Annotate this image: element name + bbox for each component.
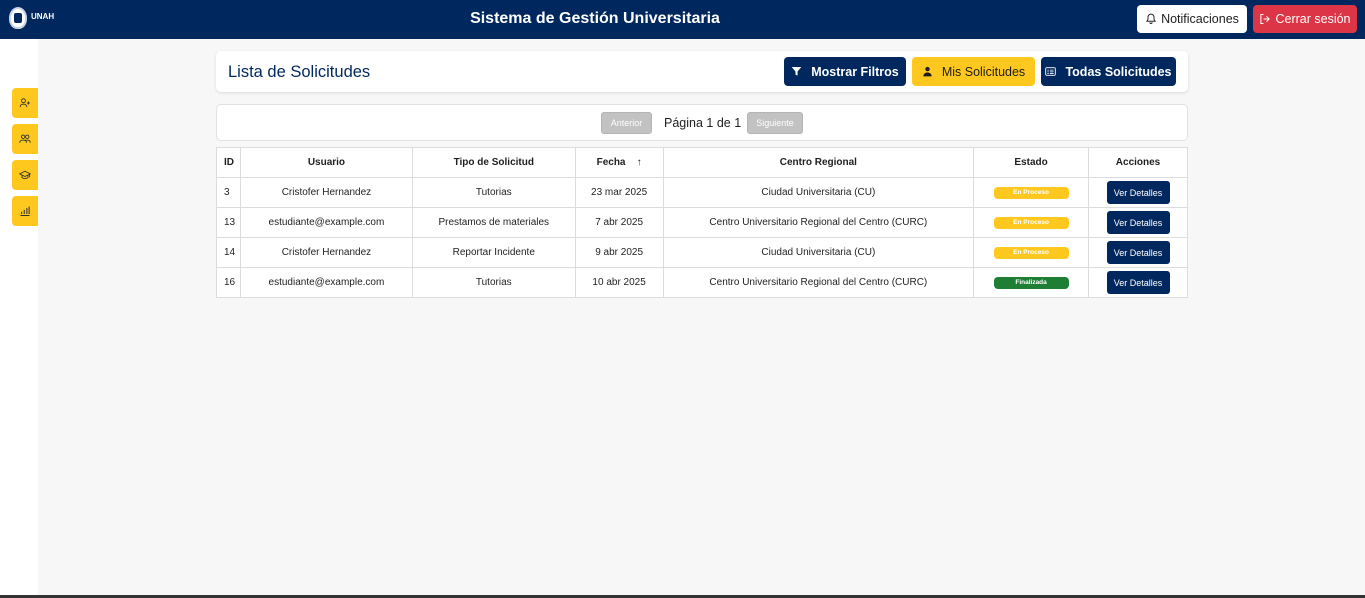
status-badge: En Proceso — [993, 247, 1069, 259]
cell-estado: En Proceso — [973, 177, 1090, 208]
list-card-icon — [1045, 67, 1057, 76]
column-header-acciones: Acciones — [1088, 147, 1188, 178]
top-navbar: UNAH Sistema de Gestión Universitaria No… — [0, 0, 1365, 39]
logout-button[interactable]: Cerrar sesión — [1253, 5, 1357, 33]
cell-usuario: estudiante@example.com — [239, 267, 413, 298]
cell-usuario: Cristofer Hernandez — [239, 177, 413, 208]
cell-tipo: Tutorias — [411, 177, 576, 208]
requests-table: ID Usuario Tipo de Solicitud Fecha ↑ Cen… — [216, 147, 1188, 298]
cell-acciones: Ver Detalles — [1088, 267, 1188, 298]
cell-usuario: estudiante@example.com — [239, 207, 413, 238]
view-details-button[interactable]: Ver Detalles — [1106, 241, 1170, 264]
my-requests-button[interactable]: Mis Solicitudes — [912, 57, 1035, 86]
cell-id: 3 — [216, 177, 241, 208]
logout-icon — [1260, 13, 1271, 25]
all-requests-button[interactable]: Todas Solicitudes — [1041, 57, 1176, 86]
cell-fecha: 10 abr 2025 — [574, 267, 664, 298]
cell-fecha: 7 abr 2025 — [574, 207, 664, 238]
cell-centro: Centro Universitario Regional del Centro… — [662, 207, 975, 238]
cell-id: 16 — [216, 267, 241, 298]
graduation-cap-icon — [19, 170, 31, 179]
table-row: 16 estudiante@example.com Tutorias 10 ab… — [216, 267, 1188, 298]
bell-icon — [1146, 13, 1157, 24]
bar-chart-icon — [20, 206, 30, 217]
cell-acciones: Ver Detalles — [1088, 177, 1188, 208]
column-header-usuario[interactable]: Usuario — [239, 147, 413, 178]
cell-centro: Centro Universitario Regional del Centro… — [662, 267, 975, 298]
column-header-estado[interactable]: Estado — [973, 147, 1090, 178]
unah-seal-icon — [9, 7, 27, 29]
cell-acciones: Ver Detalles — [1088, 237, 1188, 268]
notifications-label: Notificaciones — [1161, 12, 1239, 26]
cell-fecha: 9 abr 2025 — [574, 237, 664, 268]
cell-tipo: Prestamos de materiales — [411, 207, 576, 238]
cell-estado: En Proceso — [973, 237, 1090, 268]
sidebar-item-reports[interactable] — [12, 196, 38, 226]
all-requests-label: Todas Solicitudes — [1065, 64, 1172, 79]
notifications-button[interactable]: Notificaciones — [1137, 5, 1247, 33]
column-header-fecha[interactable]: Fecha ↑ — [574, 147, 664, 178]
pagination-bar: Anterior Página 1 de 1 Siguiente — [216, 104, 1188, 141]
view-details-button[interactable]: Ver Detalles — [1106, 181, 1170, 204]
logout-label: Cerrar sesión — [1275, 12, 1351, 26]
status-badge: Finalizada — [993, 277, 1069, 289]
cell-estado: Finalizada — [973, 267, 1090, 298]
cell-estado: En Proceso — [973, 207, 1090, 238]
cell-usuario: Cristofer Hernandez — [239, 237, 413, 268]
page-title: Lista de Solicitudes — [228, 63, 371, 81]
filter-icon — [791, 67, 802, 76]
cell-acciones: Ver Detalles — [1088, 207, 1188, 238]
column-header-id[interactable]: ID — [216, 147, 241, 178]
cell-centro: Ciudad Universitaria (CU) — [662, 177, 975, 208]
sidebar — [0, 39, 38, 598]
next-page-button[interactable]: Siguiente — [747, 112, 803, 134]
table-row: 3 Cristofer Hernandez Tutorias 23 mar 20… — [216, 177, 1188, 208]
show-filters-button[interactable]: Mostrar Filtros — [784, 57, 906, 86]
view-details-button[interactable]: Ver Detalles — [1106, 211, 1170, 234]
show-filters-label: Mostrar Filtros — [811, 64, 899, 79]
sidebar-item-users[interactable] — [12, 124, 38, 154]
table-row: 13 estudiante@example.com Prestamos de m… — [216, 207, 1188, 238]
sidebar-item-add-user[interactable] — [12, 88, 38, 118]
cell-fecha: 23 mar 2025 — [574, 177, 664, 208]
sort-arrow-icon: ↑ — [636, 157, 642, 168]
status-badge: En Proceso — [993, 187, 1069, 199]
cell-id: 13 — [216, 207, 241, 238]
cell-tipo: Tutorias — [411, 267, 576, 298]
requests-header-card: Lista de Solicitudes Mostrar Filtros Mis… — [216, 51, 1188, 92]
fecha-header-label: Fecha — [596, 157, 626, 168]
previous-page-button[interactable]: Anterior — [601, 112, 652, 134]
status-badge: En Proceso — [993, 217, 1069, 229]
cell-tipo: Reportar Incidente — [411, 237, 576, 268]
cell-id: 14 — [216, 237, 241, 268]
logo-text: UNAH — [31, 11, 55, 21]
page-indicator: Página 1 de 1 — [664, 116, 742, 130]
sidebar-item-students[interactable] — [12, 160, 38, 190]
column-header-centro[interactable]: Centro Regional — [662, 147, 975, 178]
user-plus-icon — [19, 98, 30, 108]
user-icon — [923, 66, 932, 77]
table-header-row: ID Usuario Tipo de Solicitud Fecha ↑ Cen… — [216, 147, 1188, 178]
users-icon — [19, 134, 31, 143]
column-header-tipo[interactable]: Tipo de Solicitud — [411, 147, 576, 178]
unah-logo[interactable]: UNAH — [9, 7, 54, 29]
cell-centro: Ciudad Universitaria (CU) — [662, 237, 975, 268]
my-requests-label: Mis Solicitudes — [941, 64, 1026, 79]
app-title: Sistema de Gestión Universitaria — [470, 10, 720, 27]
table-row: 14 Cristofer Hernandez Reportar Incident… — [216, 237, 1188, 268]
view-details-button[interactable]: Ver Detalles — [1106, 271, 1170, 294]
